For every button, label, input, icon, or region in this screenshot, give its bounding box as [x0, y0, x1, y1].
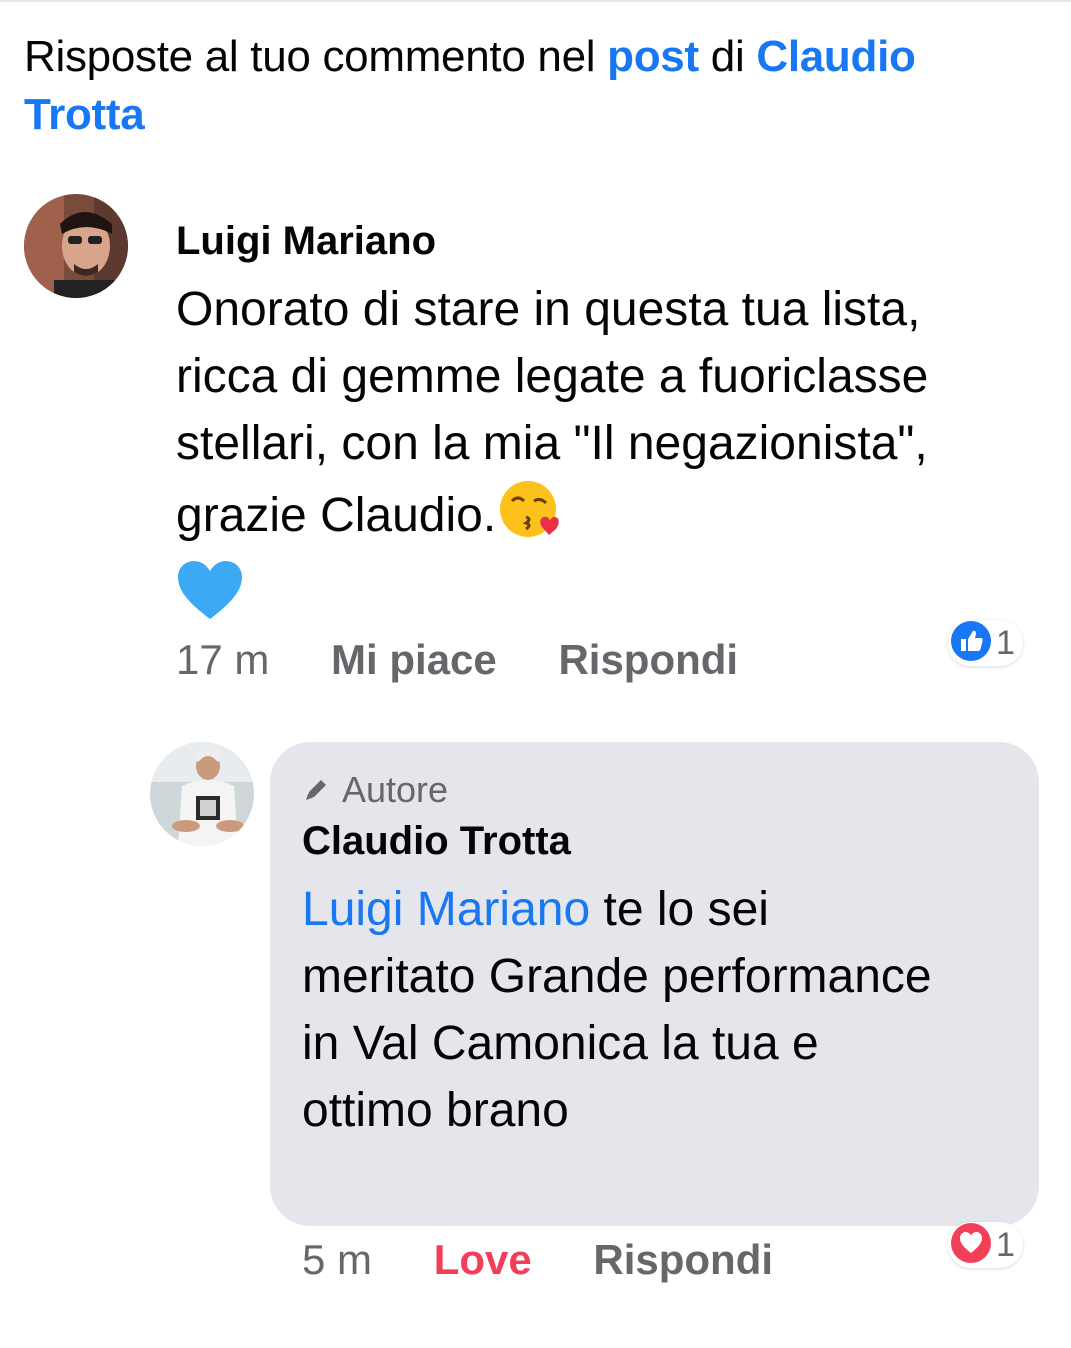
- comment-text-block: Onorato di stare in questa tua lista, ri…: [176, 276, 976, 639]
- header-prefix: Risposte al tuo commento nel: [24, 32, 608, 81]
- notification-header: Risposte al tuo commento nel post di Cla…: [24, 28, 1024, 144]
- love-icon: [950, 1222, 992, 1269]
- reply-button[interactable]: Rispondi: [593, 1234, 773, 1286]
- reply-time: 5 m: [302, 1236, 373, 1283]
- post-link[interactable]: post: [607, 32, 699, 81]
- reply-button[interactable]: Rispondi: [558, 634, 738, 686]
- reaction-count: 1: [996, 623, 1015, 662]
- author-badge-label: Autore: [342, 769, 449, 810]
- reply-author-name[interactable]: Claudio Trotta: [302, 816, 571, 866]
- like-button[interactable]: Mi piace: [331, 634, 497, 686]
- header-middle: di: [698, 32, 757, 81]
- reply-text-block: Luigi Mariano te lo sei meritato Grande …: [302, 876, 942, 1144]
- comment-time: 17 m: [176, 636, 270, 683]
- top-divider: [0, 0, 1071, 2]
- pencil-icon: [302, 776, 330, 804]
- reply-reaction-count[interactable]: 1: [948, 1222, 1023, 1268]
- reaction-count: 1: [996, 1225, 1015, 1264]
- comment-author-name[interactable]: Luigi Mariano: [176, 216, 436, 266]
- author-badge: Autore: [302, 768, 448, 812]
- comment-reaction-count[interactable]: 1: [948, 620, 1023, 666]
- avatar[interactable]: [24, 194, 128, 298]
- reply-actions: 5 m Love Rispondi: [302, 1234, 773, 1286]
- blue-heart-icon: [176, 559, 244, 639]
- love-button[interactable]: Love: [434, 1234, 532, 1286]
- avatar[interactable]: [150, 742, 254, 846]
- like-icon: [950, 620, 992, 667]
- comment-actions: 17 m Mi piace Rispondi: [176, 634, 738, 686]
- face-blowing-kiss-icon: [496, 477, 560, 559]
- mention-link[interactable]: Luigi Mariano: [302, 883, 590, 936]
